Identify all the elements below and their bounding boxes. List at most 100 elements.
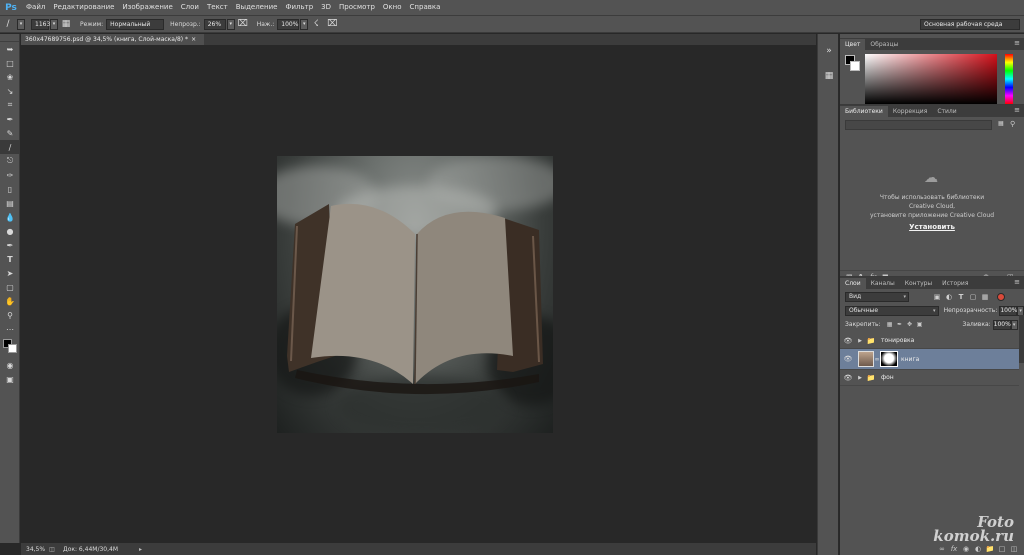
library-view-icon[interactable]: ▦ <box>998 120 1006 130</box>
tool-preset-dropdown[interactable]: ▾ <box>17 18 25 30</box>
brush-size-field[interactable]: 1163 <box>31 18 50 30</box>
layer-opacity-field[interactable]: 100% <box>999 305 1018 316</box>
fill-dropdown[interactable]: ▾ <box>1010 319 1018 330</box>
layers-panel-menu-icon[interactable]: ≡ <box>1014 278 1020 286</box>
menu-help[interactable]: Справка <box>406 0 445 15</box>
layer-row[interactable]: 👁 ▶ 📁 фон <box>840 370 1019 386</box>
tab-paths[interactable]: Контуры <box>900 278 937 289</box>
layer-name[interactable]: книга <box>901 356 919 363</box>
menu-filter[interactable]: Фильтр <box>281 0 317 15</box>
status-menu-arrow-icon[interactable]: ▸ <box>139 546 142 553</box>
lock-all-icon[interactable]: ▣ <box>915 321 925 328</box>
properties-panel-icon[interactable]: ▦ <box>818 68 840 84</box>
marquee-tool-icon[interactable]: □ <box>0 56 20 70</box>
crop-tool-icon[interactable]: ⌗ <box>0 98 20 112</box>
libraries-panel-menu-icon[interactable]: ≡ <box>1014 106 1020 114</box>
opacity-field[interactable]: 26% <box>203 18 226 30</box>
menu-layers[interactable]: Слои <box>177 0 203 15</box>
collapse-panels-icon[interactable]: » <box>818 43 840 59</box>
pen-tool-icon[interactable]: ✒ <box>0 238 20 252</box>
fill-field[interactable]: 100% <box>992 319 1011 330</box>
canvas-area[interactable] <box>21 45 816 543</box>
lasso-tool-icon[interactable]: ❀ <box>0 70 20 84</box>
link-layers-icon[interactable]: ∞ <box>936 545 948 553</box>
visibility-eye-icon[interactable]: 👁 <box>840 355 856 363</box>
menu-type[interactable]: Текст <box>203 0 232 15</box>
shape-tool-icon[interactable]: ▢ <box>0 280 20 294</box>
screen-mode-icon[interactable]: ▣ <box>0 372 20 386</box>
color-spectrum-field[interactable] <box>865 54 997 104</box>
move-tool-icon[interactable]: ➥ <box>0 42 20 56</box>
add-style-icon[interactable]: fx <box>948 545 960 553</box>
gradient-tool-icon[interactable]: ▤ <box>0 196 20 210</box>
dodge-tool-icon[interactable]: ● <box>0 224 20 238</box>
filter-pixel-icon[interactable]: ▣ <box>931 293 943 301</box>
export-icon[interactable]: ◫ <box>45 546 59 553</box>
blend-mode-select[interactable]: Обычные ▾ <box>845 305 939 316</box>
visibility-eye-icon[interactable]: 👁 <box>840 337 856 345</box>
lock-image-icon[interactable]: ✒ <box>895 321 905 328</box>
airbrush-icon[interactable]: ☇ <box>310 18 322 30</box>
menu-image[interactable]: Изображение <box>118 0 176 15</box>
tab-channels[interactable]: Каналы <box>866 278 900 289</box>
layer-row-selected[interactable]: 👁 ∞ книга <box>840 349 1019 370</box>
healing-brush-tool-icon[interactable]: ✎ <box>0 126 20 140</box>
layers-scrollbar[interactable] <box>1019 315 1024 363</box>
eyedropper-tool-icon[interactable]: ✒ <box>0 112 20 126</box>
document-canvas-image[interactable] <box>277 156 553 433</box>
tools-grip[interactable] <box>0 34 19 42</box>
lock-transparent-icon[interactable]: ▦ <box>885 321 895 328</box>
layer-name[interactable]: тонировка <box>881 337 914 344</box>
layer-row[interactable]: 👁 ▶ 📁 тонировка <box>840 333 1019 349</box>
tab-styles[interactable]: Стили <box>932 106 961 117</box>
hue-slider[interactable] <box>1005 54 1013 104</box>
brush-tool-preset-icon[interactable]: ∕ <box>2 18 14 30</box>
tab-history[interactable]: История <box>937 278 973 289</box>
install-link[interactable]: Установить <box>840 223 1024 231</box>
layer-filter-kind-select[interactable]: Вид ▾ <box>845 291 909 302</box>
brush-tool-icon[interactable]: ∕ <box>0 140 20 154</box>
color-panel-menu-icon[interactable]: ≡ <box>1014 39 1020 47</box>
blur-tool-icon[interactable]: 💧 <box>0 210 20 224</box>
pressure-opacity-icon[interactable]: ⌧ <box>237 18 249 30</box>
tab-adjustments[interactable]: Коррекция <box>888 106 932 117</box>
filter-shape-icon[interactable]: ▢ <box>967 293 979 301</box>
quick-mask-icon[interactable]: ◉ <box>0 358 20 372</box>
color-chips[interactable] <box>0 336 20 358</box>
add-mask-icon[interactable]: ◉ <box>960 545 972 553</box>
hand-tool-icon[interactable]: ✋ <box>0 294 20 308</box>
tab-color[interactable]: Цвет <box>840 39 866 50</box>
layer-mask-thumbnail[interactable] <box>880 351 898 367</box>
menu-window[interactable]: Окно <box>379 0 406 15</box>
new-layer-icon[interactable]: □ <box>996 545 1008 553</box>
layer-name[interactable]: фон <box>881 374 894 381</box>
flow-field[interactable]: 100% <box>277 18 300 30</box>
delete-layer-icon[interactable]: ◫ <box>1008 545 1020 553</box>
menu-edit[interactable]: Редактирование <box>49 0 118 15</box>
type-tool-icon[interactable]: T <box>0 252 20 266</box>
filter-adjustment-icon[interactable]: ◐ <box>943 293 955 301</box>
mode-select[interactable]: Нормальный <box>106 18 165 30</box>
new-adjustment-icon[interactable]: ◐ <box>972 545 984 553</box>
quick-select-tool-icon[interactable]: ↘ <box>0 84 20 98</box>
tab-layers[interactable]: Слои <box>840 278 866 289</box>
document-tab[interactable]: 360x47689756.psd @ 34,5% (книга, Слой-ма… <box>21 34 205 45</box>
opacity-dropdown[interactable]: ▾ <box>226 18 235 30</box>
path-select-tool-icon[interactable]: ➤ <box>0 266 20 280</box>
visibility-eye-icon[interactable]: 👁 <box>840 374 856 382</box>
brush-panel-toggle-icon[interactable]: ▦ <box>60 18 72 30</box>
flow-dropdown[interactable]: ▾ <box>300 18 309 30</box>
filter-type-icon[interactable]: T <box>955 293 967 301</box>
history-brush-tool-icon[interactable]: ✑ <box>0 168 20 182</box>
menu-view[interactable]: Просмотр <box>335 0 379 15</box>
library-select[interactable] <box>845 120 992 130</box>
brush-picker-dropdown[interactable]: ▾ <box>50 18 58 30</box>
background-color-swatch[interactable] <box>8 344 17 353</box>
menu-file[interactable]: Файл <box>22 0 49 15</box>
tab-swatches[interactable]: Образцы <box>865 39 903 50</box>
library-search-icon[interactable]: ⚲ <box>1010 120 1018 130</box>
layer-opacity-dropdown[interactable]: ▾ <box>1017 305 1024 316</box>
layer-thumbnail[interactable] <box>858 351 874 367</box>
filter-toggle[interactable] <box>997 292 1005 301</box>
zoom-tool-icon[interactable]: ⚲ <box>0 308 20 322</box>
